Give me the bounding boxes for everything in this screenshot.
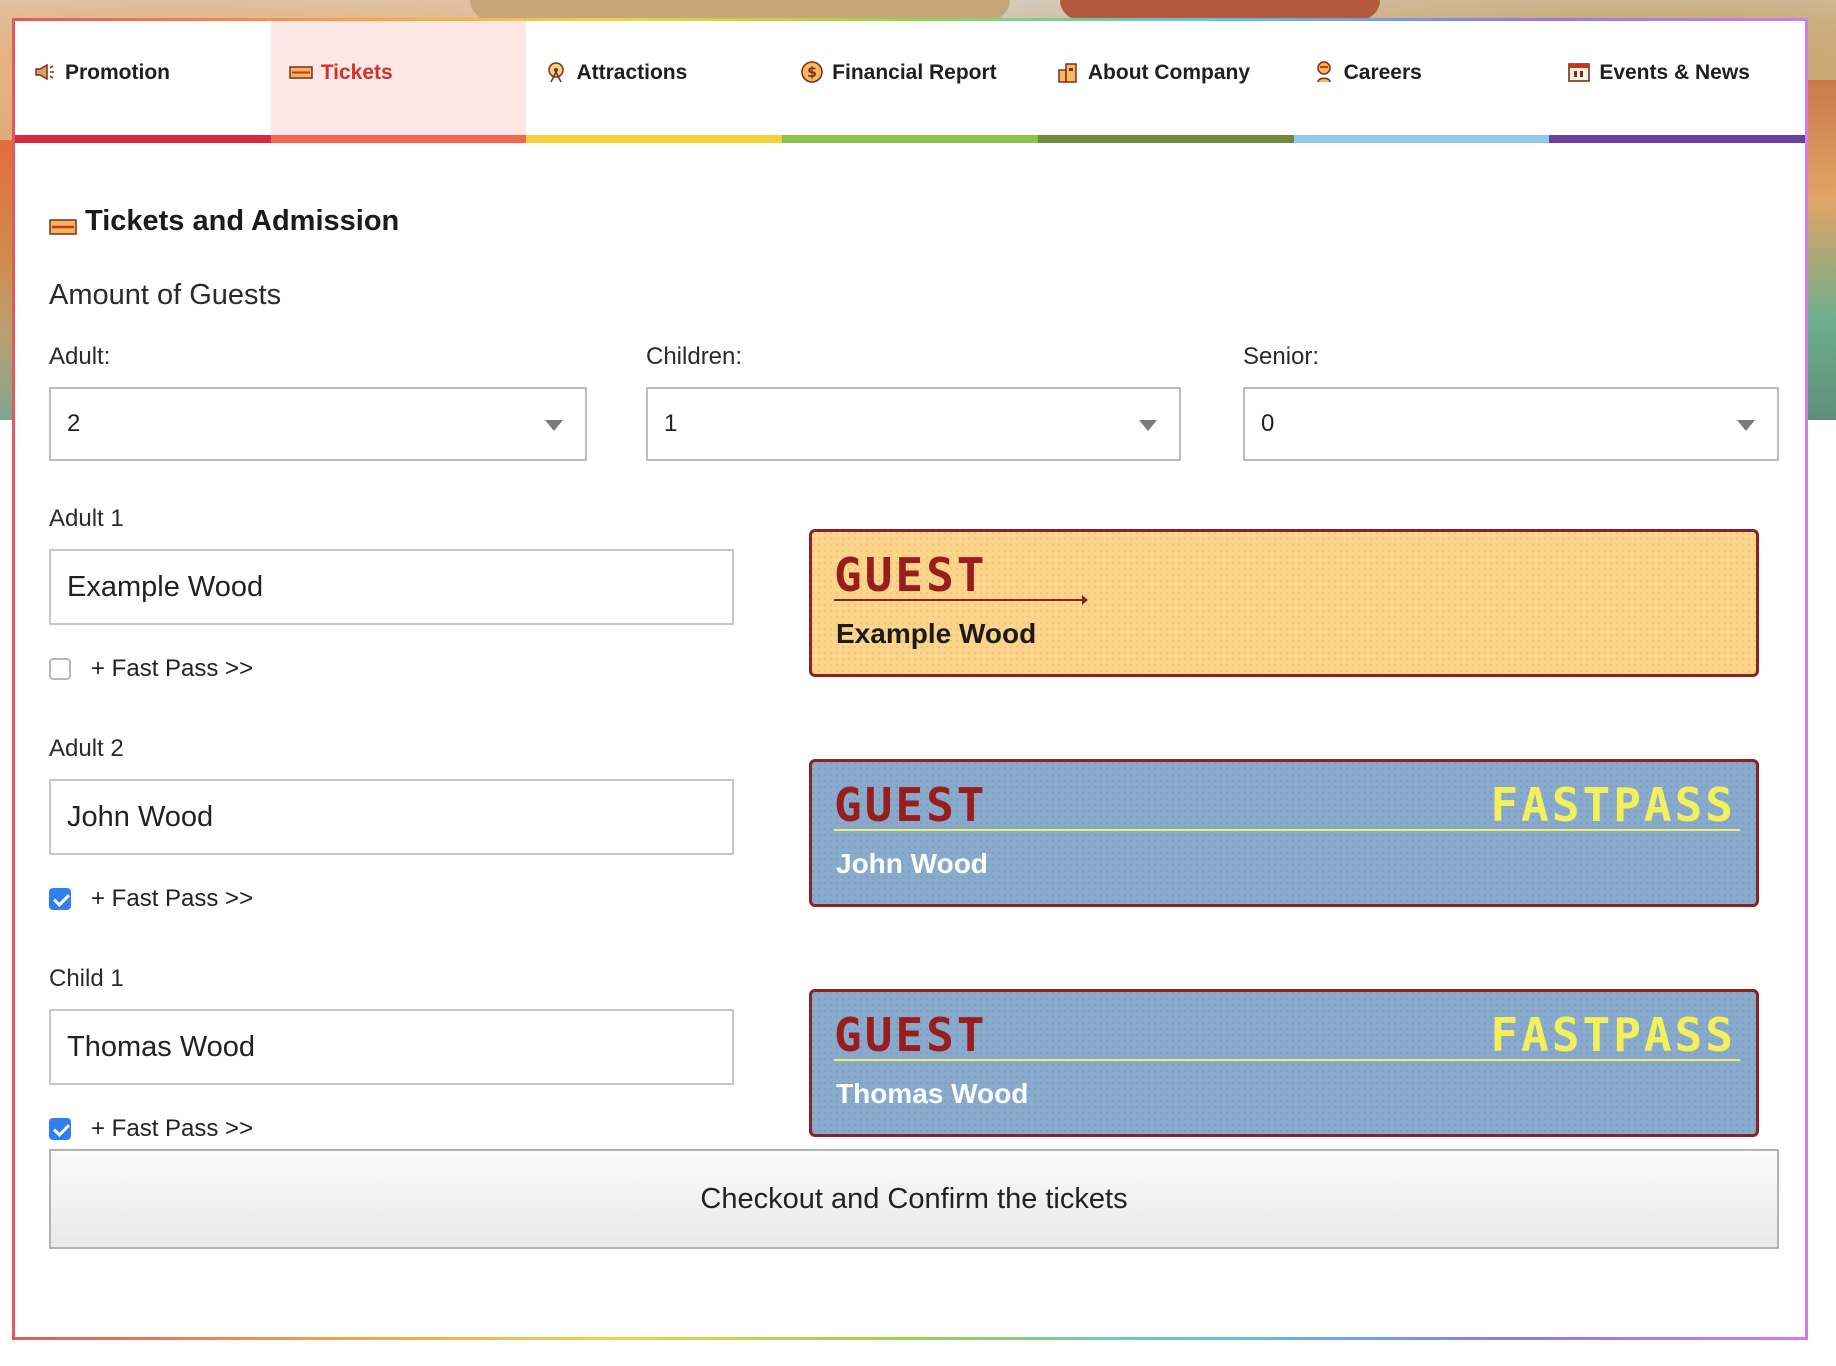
senior-count-value: 0 [1261,410,1275,437]
ticket-preview: GUEST FASTPASS John Wood [809,759,1759,907]
calendar-icon [1567,60,1591,84]
fastpass-badge: FASTPASS [1490,778,1736,832]
children-count-value: 1 [664,410,678,437]
fast-pass-option[interactable]: + Fast Pass >> [49,885,253,913]
ticket-divider [834,829,1740,831]
nav-color-bar [526,135,783,143]
nav-color-bar [1037,135,1294,143]
nav-item-careers[interactable]: Careers [1293,21,1550,143]
children-count-select[interactable]: 1 [646,387,1181,461]
ticket-preview: GUEST FASTPASS Thomas Wood [809,989,1759,1137]
guest-name-input[interactable]: John Wood [49,779,734,855]
page-title-text: Tickets and Admission [85,205,400,237]
main-nav: Promotion Tickets Attractions $ Financia… [15,21,1806,143]
fastpass-badge: FASTPASS [1490,1008,1736,1062]
ticket-header: GUEST [834,778,988,832]
adult-count-select[interactable]: 2 [49,387,587,461]
nav-item-label: Attractions [576,61,688,84]
svg-text:$: $ [807,65,817,81]
fast-pass-label: + Fast Pass >> [91,655,254,682]
ticket-icon [49,212,77,235]
ticket-preview: GUEST Example Wood [809,529,1759,677]
ticket-divider [834,1059,1740,1061]
person-icon [1312,60,1336,84]
nav-item-events-news[interactable]: Events & News [1549,21,1806,143]
guest-label: Child 1 [49,965,124,992]
ticket-header: GUEST [834,1008,988,1062]
background-ride-right [1808,80,1836,420]
senior-count-select[interactable]: 0 [1243,387,1779,461]
children-count-label: Children: [646,343,743,370]
adult-count-value: 2 [67,410,81,437]
nav-color-bar [1293,135,1550,143]
nav-item-label: Tickets [320,61,393,84]
senior-count-label: Senior: [1243,343,1320,370]
fast-pass-label: + Fast Pass >> [91,885,254,912]
nav-item-label: About Company [1087,61,1251,84]
ticket-icon [288,60,313,84]
nav-item-about-company[interactable]: About Company [1037,21,1294,143]
ticket-panel: Promotion Tickets Attractions $ Financia… [12,18,1808,1340]
fast-pass-checkbox[interactable] [49,1118,71,1140]
nav-item-financial-report[interactable]: $ Financial Report [782,21,1038,143]
nav-color-bar [15,135,271,143]
checkout-button[interactable]: Checkout and Confirm the tickets [49,1149,1779,1249]
ride-beam [1060,0,1380,20]
building-icon [1056,60,1080,84]
nav-item-promotion[interactable]: Promotion [15,21,271,143]
megaphone-icon [33,60,57,84]
ticket-header: GUEST [834,548,988,602]
nav-item-label: Financial Report [832,61,997,84]
main-content: Tickets and Admission Amount of Guests A… [15,143,1805,1343]
nav-item-attractions[interactable]: Attractions [526,21,783,143]
fast-pass-option[interactable]: + Fast Pass >> [49,1115,253,1143]
page-title: Tickets and Admission [49,205,399,238]
nav-item-label: Careers [1343,61,1422,84]
guest-label: Adult 1 [49,505,124,532]
nav-color-bar [782,135,1038,143]
chevron-down-icon [545,420,563,431]
ticket-holder-name: Example Wood [836,618,1037,649]
nav-color-bar [1549,135,1806,143]
fast-pass-checkbox[interactable] [49,888,71,910]
nav-item-label: Events & News [1599,61,1750,84]
chevron-down-icon [1139,420,1157,431]
fast-pass-option[interactable]: + Fast Pass >> [49,655,253,683]
nav-item-tickets[interactable]: Tickets [270,21,527,143]
adult-count-label: Adult: [49,343,111,370]
chevron-down-icon [1737,420,1755,431]
guest-name-input[interactable]: Thomas Wood [49,1009,734,1085]
guest-label: Adult 2 [49,735,124,762]
nav-item-label: Promotion [65,61,170,84]
ferris-wheel-icon [544,60,568,84]
fast-pass-label: + Fast Pass >> [91,1115,254,1142]
section-title: Amount of Guests [49,279,282,311]
dollar-coin-icon: $ [800,60,824,84]
ticket-divider [834,595,1088,605]
ride-beam [470,0,1010,20]
ticket-holder-name: Thomas Wood [836,1078,1029,1109]
guest-name-input[interactable]: Example Wood [49,549,734,625]
fast-pass-checkbox[interactable] [49,658,71,680]
ticket-holder-name: John Wood [836,848,988,879]
nav-color-bar [270,135,527,143]
